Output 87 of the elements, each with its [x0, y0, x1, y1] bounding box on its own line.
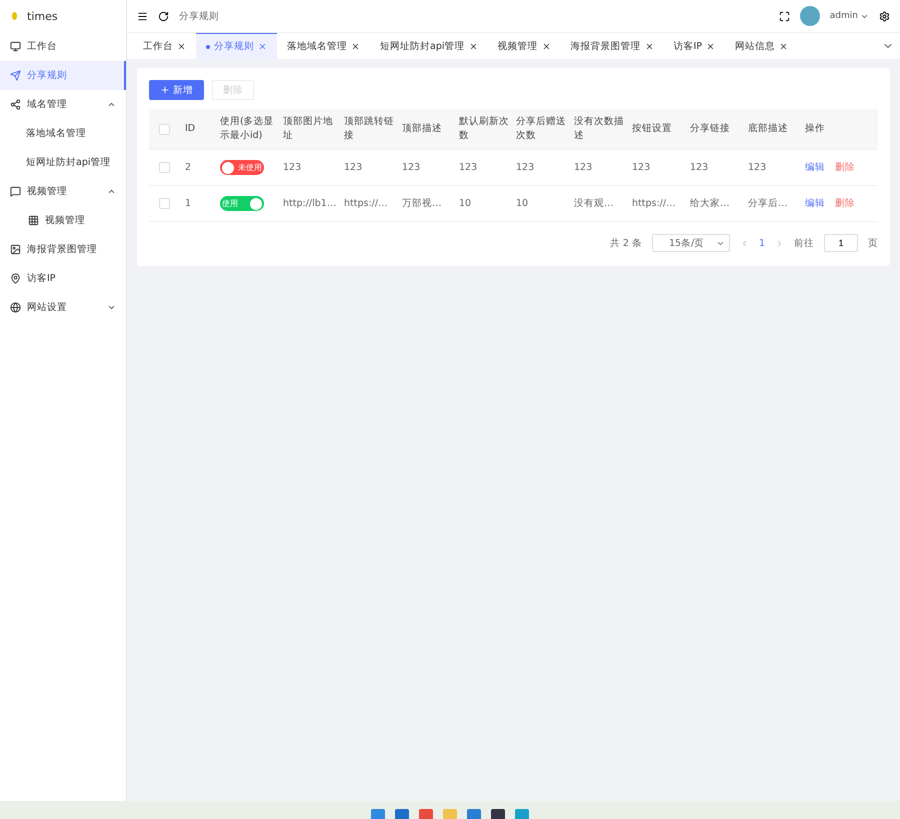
table-cell-text: https://… [632, 198, 677, 209]
user-menu[interactable]: admin [830, 11, 869, 21]
column-header: 操作 [805, 122, 826, 136]
sidebar-item[interactable]: 视频管理 [0, 206, 126, 235]
column-header: 默认刷新次数 [459, 115, 510, 143]
column-header: 顶部跳转链接 [344, 115, 395, 143]
table-cell-text: 123 [459, 162, 478, 173]
tab[interactable]: 海报背景图管理 [560, 33, 664, 59]
column-header: 顶部图片地址 [283, 115, 334, 143]
sidebar-item[interactable]: 网站设置 [0, 293, 126, 322]
table-cell-text: 123 [574, 162, 594, 173]
table-cell-text: 123 [632, 162, 652, 173]
table-cell-text: 分享后… [748, 197, 788, 210]
tab[interactable]: 网站信息 [725, 33, 798, 59]
table-cell-text: https://… [344, 198, 389, 209]
close-icon[interactable] [468, 42, 478, 51]
close-icon[interactable] [177, 42, 186, 51]
table-cell-text: 123 [283, 162, 302, 173]
goto-label: 前往 [794, 236, 814, 250]
settings-icon[interactable] [879, 10, 890, 22]
table-cell-text: 123 [344, 162, 364, 173]
message-icon [10, 186, 21, 197]
close-icon[interactable] [542, 42, 550, 51]
column-header: 分享链接 [690, 122, 731, 136]
checkbox[interactable] [159, 162, 170, 173]
table-cell-text: 123 [402, 162, 422, 173]
column-header: 按钮设置 [632, 122, 673, 136]
tab[interactable]: 分享规则 [196, 33, 277, 59]
column-header: 底部描述 [748, 122, 789, 136]
table-cell-text: 10 [459, 198, 472, 209]
share-icon [10, 99, 21, 110]
page-suffix: 页 [868, 236, 878, 250]
page-number[interactable]: 1 [758, 238, 765, 248]
fullscreen-icon[interactable] [778, 10, 790, 22]
table-cell-text: 123 [748, 162, 768, 173]
paper-plane-icon [10, 70, 21, 81]
tab[interactable]: 短网址防封api管理 [370, 33, 488, 59]
table-cell-text: 万部视… [402, 197, 442, 210]
tab[interactable]: 工作台 [133, 33, 196, 59]
total-count: 共 2 条 [610, 236, 642, 250]
page-size-select[interactable]: 15条/页 [652, 234, 730, 252]
tab[interactable]: 视频管理 [488, 33, 560, 59]
sidebar-item[interactable]: 短网址防封api管理 [0, 148, 126, 177]
checkbox[interactable] [159, 124, 170, 134]
sidebar-item[interactable]: 落地域名管理 [0, 119, 126, 148]
close-icon[interactable] [351, 42, 360, 51]
table-cell-text: 2 [185, 162, 192, 173]
add-button[interactable]: 新增 [149, 80, 204, 100]
column-header: 分享后赠送次数 [516, 115, 567, 143]
edit-link[interactable]: 编辑 [805, 161, 825, 174]
table-cell-text: 123 [690, 162, 710, 173]
column-header: 使用(多选显示最小id) [220, 115, 275, 143]
tab[interactable]: 落地域名管理 [277, 33, 370, 59]
page-input[interactable]: 1 [824, 234, 858, 252]
app-name: times [27, 10, 58, 22]
table-cell-text: 给大家… [690, 197, 730, 210]
image-icon [10, 244, 21, 255]
sidebar-item[interactable]: 海报背景图管理 [0, 235, 126, 264]
logo-icon [12, 12, 17, 20]
table-cell-text: http://lb1… [283, 198, 338, 209]
sidebar-item[interactable]: 域名管理 [0, 90, 126, 119]
table-cell-text: 123 [516, 162, 536, 173]
close-icon[interactable] [644, 42, 654, 51]
plus-icon [160, 85, 170, 95]
breadcrumb: 分享规则 [179, 10, 220, 22]
table-cell-text: 1 [185, 198, 192, 209]
sidebar-item[interactable]: 工作台 [0, 32, 126, 61]
column-header: 没有次数描述 [574, 115, 625, 143]
table-cell-text: 没有观… [574, 197, 614, 210]
refresh-icon[interactable] [158, 10, 169, 22]
tab[interactable]: 访客IP [664, 33, 726, 59]
column-header: ID [185, 122, 196, 136]
sidebar-item[interactable]: 访客IP [0, 264, 126, 293]
monitor-icon [10, 41, 21, 52]
checkbox[interactable] [159, 198, 170, 209]
pin-icon [10, 273, 21, 284]
column-header: 顶部描述 [402, 122, 443, 136]
close-icon[interactable] [706, 42, 716, 51]
grid-icon [28, 215, 39, 226]
sidebar-item[interactable]: 分享规则 [0, 61, 126, 90]
avatar[interactable] [800, 6, 820, 26]
menu-icon[interactable] [137, 10, 148, 22]
sidebar-item[interactable]: 视频管理 [0, 177, 126, 206]
table-cell-text: 10 [516, 198, 530, 209]
edit-link[interactable]: 编辑 [805, 197, 825, 210]
close-icon[interactable] [779, 42, 788, 51]
globe-icon [10, 302, 21, 313]
